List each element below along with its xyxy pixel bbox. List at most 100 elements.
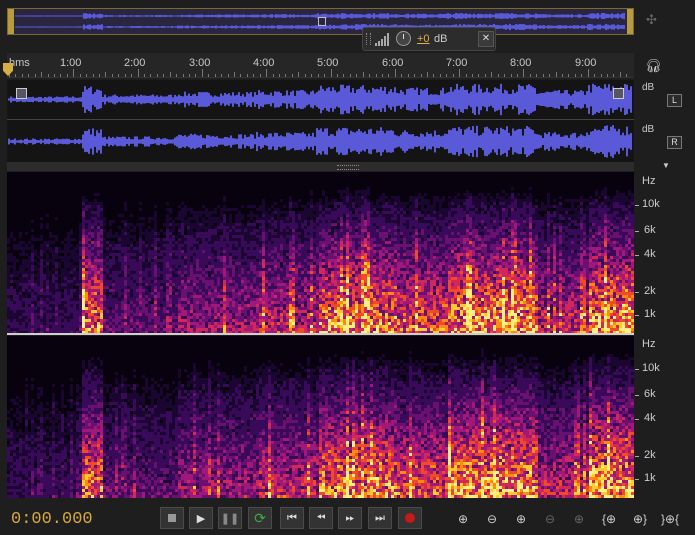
fade-out-handle[interactable] <box>613 88 624 99</box>
spectral-cell <box>238 259 241 262</box>
spectral-cell <box>88 283 91 286</box>
spectral-cell <box>106 283 109 286</box>
spectral-cell <box>292 322 295 325</box>
spectral-cell <box>223 205 226 208</box>
spectral-cell <box>151 253 154 256</box>
spectral-cell <box>196 301 199 304</box>
spectral-cell <box>193 217 196 220</box>
spectral-cell <box>202 286 205 289</box>
spectral-cell <box>175 241 178 244</box>
spectral-cell <box>301 247 304 250</box>
spectral-cell <box>157 307 160 310</box>
spectral-cell <box>241 286 244 289</box>
spectral-cell <box>196 277 199 280</box>
spectral-cell <box>271 307 274 310</box>
spectral-cell <box>28 313 31 316</box>
spectral-cell <box>148 232 151 235</box>
volume-knob[interactable] <box>396 31 411 46</box>
spectral-cell <box>283 319 286 322</box>
spectral-cell <box>247 322 250 325</box>
spectral-cell <box>52 307 55 310</box>
collapse-arrow-icon[interactable]: ▼ <box>662 161 670 170</box>
spectral-cell <box>265 214 268 217</box>
spectral-cell <box>154 250 157 253</box>
waveform-editor[interactable] <box>7 80 634 162</box>
overview-left-handle[interactable] <box>8 9 14 34</box>
overview-scroll-thumb[interactable] <box>318 17 326 26</box>
spectral-cell <box>223 208 226 211</box>
fade-in-handle[interactable] <box>16 88 27 99</box>
zoom-navigator-icon[interactable]: ✣ <box>646 12 657 28</box>
spectral-cell <box>103 319 106 322</box>
spectral-cell <box>19 301 22 304</box>
spectral-cell <box>169 262 172 265</box>
spectral-cell <box>97 274 100 277</box>
spectral-cell <box>166 289 169 292</box>
spectral-cell <box>226 253 229 256</box>
spectral-cell <box>250 292 253 295</box>
spectral-cell <box>247 229 250 232</box>
waveform-right-channel[interactable] <box>7 122 634 161</box>
pin-hud-icon[interactable]: ✕ <box>478 31 494 47</box>
ruler-tick <box>92 74 94 77</box>
spectral-cell <box>19 271 22 274</box>
spectral-cell <box>184 208 187 211</box>
spectral-cell <box>172 325 175 328</box>
spectral-cell <box>295 223 298 226</box>
spectral-cell <box>250 244 253 247</box>
spectral-cell <box>298 271 301 274</box>
right-channel-button[interactable]: R <box>667 136 682 149</box>
spectral-cell <box>115 235 118 238</box>
spectral-cell <box>175 286 178 289</box>
spectral-cell <box>7 307 10 310</box>
spectral-cell <box>271 253 274 256</box>
spectral-cell <box>286 217 289 220</box>
spectral-cell <box>67 322 70 325</box>
overview-right-handle[interactable] <box>627 9 633 34</box>
spectral-cell <box>184 247 187 250</box>
spectral-cell <box>115 301 118 304</box>
spectral-cell <box>79 265 82 268</box>
ruler-tick <box>304 74 306 77</box>
spectral-cell <box>304 223 307 226</box>
spectral-cell <box>247 328 250 331</box>
spectral-cell <box>196 292 199 295</box>
spectral-cell <box>229 277 232 280</box>
spectral-cell <box>154 220 157 223</box>
spectral-cell <box>61 241 64 244</box>
spectral-cell <box>16 301 19 304</box>
waveform-left-channel[interactable] <box>7 80 634 120</box>
spectral-cell <box>118 277 121 280</box>
spectral-cell <box>274 301 277 304</box>
headphones-icon[interactable]: 🎧︎ <box>645 58 662 74</box>
spectral-cell <box>199 271 202 274</box>
spectral-cell <box>106 322 109 325</box>
spectral-cell <box>145 235 148 238</box>
spectral-cell <box>217 307 220 310</box>
hud-grip[interactable] <box>366 33 371 45</box>
spectral-cell <box>247 220 250 223</box>
spectral-cell <box>271 247 274 250</box>
spectral-cell <box>211 292 214 295</box>
volume-value[interactable]: +0 <box>417 33 430 45</box>
overview-waveform[interactable] <box>7 8 634 35</box>
spectral-cell <box>304 205 307 208</box>
spectral-cell <box>289 328 292 331</box>
spectral-cell <box>166 232 169 235</box>
spectral-cell <box>295 328 298 331</box>
spectral-cell <box>133 295 136 298</box>
spectral-cell <box>259 301 262 304</box>
spectral-cell <box>283 316 286 319</box>
time-ruler[interactable]: hms 1:00 2:00 3:00 4:00 5:00 6:00 7:00 8… <box>7 53 634 78</box>
view-splitter[interactable] <box>7 162 634 171</box>
spectral-cell <box>169 292 172 295</box>
spectral-cell <box>142 310 145 313</box>
spectral-cell <box>193 328 196 331</box>
spectral-cell <box>223 268 226 271</box>
left-channel-button[interactable]: L <box>667 94 682 107</box>
spectral-cell <box>130 301 133 304</box>
spectral-cell <box>73 322 76 325</box>
spectral-display-left[interactable] <box>7 172 634 334</box>
spectral-cell <box>277 307 280 310</box>
spectral-cell <box>163 262 166 265</box>
